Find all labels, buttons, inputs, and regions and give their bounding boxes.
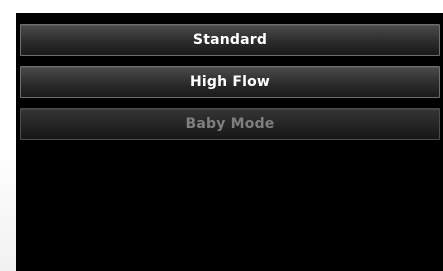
background-edge	[0, 150, 16, 271]
high-flow-mode-button[interactable]: High Flow	[20, 66, 440, 98]
high-flow-mode-label: High Flow	[189, 74, 271, 90]
baby-mode-label: Baby Mode	[185, 116, 275, 132]
standard-mode-button[interactable]: Standard	[20, 24, 440, 56]
baby-mode-button: Baby Mode	[20, 108, 440, 140]
standard-mode-label: Standard	[192, 32, 268, 48]
